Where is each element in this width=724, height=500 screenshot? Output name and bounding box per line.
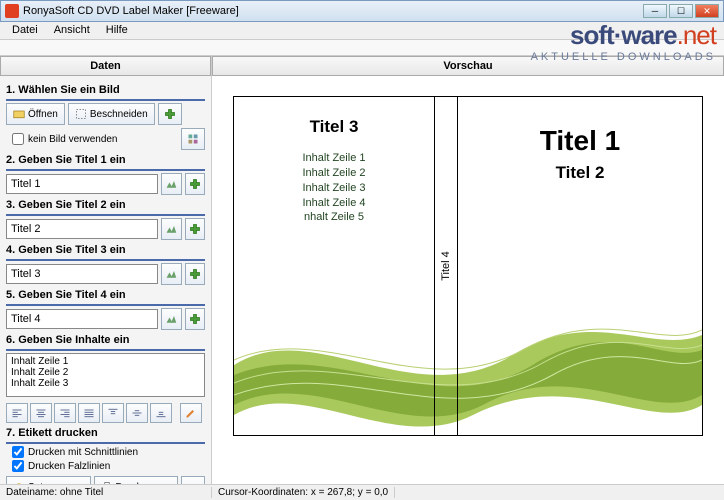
title-1-style-button[interactable] (161, 173, 182, 195)
title-2-add-button[interactable] (185, 218, 206, 240)
title-4-input[interactable] (6, 309, 158, 329)
titlebar: RonyaSoft CD DVD Label Maker [Freeware] … (0, 0, 724, 22)
title-1-add-button[interactable] (185, 173, 206, 195)
print-foldlines-checkbox[interactable]: Drucken Falzlinien (12, 460, 205, 472)
print-button[interactable]: Drucken (94, 476, 179, 484)
title-3-style-button[interactable] (161, 263, 182, 285)
valign-middle-button[interactable] (126, 403, 148, 423)
section-2-label: 2. Geben Sie Titel 1 ein (6, 154, 205, 166)
align-center-button[interactable] (30, 403, 52, 423)
section-7-label: 7. Etikett drucken (6, 427, 205, 439)
setup-button[interactable]: Setup (6, 476, 91, 484)
status-bar: Dateiname: ohne Titel Cursor-Koordinaten… (0, 484, 724, 500)
left-panel-header: Daten (0, 56, 211, 76)
toolbar (0, 40, 724, 56)
window-title: RonyaSoft CD DVD Label Maker [Freeware] (23, 5, 643, 17)
title-4-style-button[interactable] (161, 308, 182, 330)
image-settings-button[interactable] (181, 128, 205, 150)
menu-file[interactable]: Datei (4, 22, 46, 39)
no-image-checkbox[interactable]: kein Bild verwenden (12, 133, 118, 145)
cover-spine: Titel 4 (434, 97, 458, 435)
app-icon (5, 4, 19, 18)
front-title-1: Titel 1 (458, 125, 702, 157)
section-5-label: 5. Geben Sie Titel 4 ein (6, 289, 205, 301)
back-title: Titel 3 (234, 117, 434, 137)
cover-preview: Titel 3 Inhalt Zeile 1 Inhalt Zeile 2 In… (233, 96, 703, 436)
status-cursor: Cursor-Koordinaten: x = 267,8; y = 0,0 (212, 487, 395, 498)
valign-bottom-button[interactable] (150, 403, 172, 423)
menu-view[interactable]: Ansicht (46, 22, 98, 39)
title-3-input[interactable] (6, 264, 158, 284)
print-cutlines-checkbox[interactable]: Drucken mit Schnittlinien (12, 446, 205, 458)
right-panel-header: Vorschau (212, 56, 724, 76)
title-2-style-button[interactable] (161, 218, 182, 240)
right-panel: Vorschau Titel 3 Inhalt Zeile 1 Inhalt Z… (212, 56, 724, 484)
title-4-add-button[interactable] (185, 308, 206, 330)
cover-back: Titel 3 Inhalt Zeile 1 Inhalt Zeile 2 In… (234, 97, 434, 435)
add-image-button[interactable] (158, 103, 182, 125)
align-left-button[interactable] (6, 403, 28, 423)
title-1-input[interactable] (6, 174, 158, 194)
crop-button[interactable]: Beschneiden (68, 103, 155, 125)
edit-content-button[interactable] (180, 403, 202, 423)
title-2-input[interactable] (6, 219, 158, 239)
left-panel: Daten 1. Wählen Sie ein Bild Öffnen Besc… (0, 56, 212, 484)
close-button[interactable]: ✕ (695, 4, 719, 18)
print-dropdown-button[interactable] (181, 476, 205, 484)
section-1-label: 1. Wählen Sie ein Bild (6, 84, 205, 96)
preview-area[interactable]: Titel 3 Inhalt Zeile 1 Inhalt Zeile 2 In… (212, 76, 724, 484)
minimize-button[interactable]: ─ (643, 4, 667, 18)
section-4-label: 4. Geben Sie Titel 3 ein (6, 244, 205, 256)
menubar: Datei Ansicht Hilfe (0, 22, 724, 40)
valign-top-button[interactable] (102, 403, 124, 423)
align-right-button[interactable] (54, 403, 76, 423)
section-3-label: 3. Geben Sie Titel 2 ein (6, 199, 205, 211)
front-title-2: Titel 2 (458, 163, 702, 183)
open-button[interactable]: Öffnen (6, 103, 65, 125)
maximize-button[interactable]: ☐ (669, 4, 693, 18)
menu-help[interactable]: Hilfe (98, 22, 136, 39)
section-6-label: 6. Geben Sie Inhalte ein (6, 334, 205, 346)
content-textarea[interactable]: Inhalt Zeile 1 Inhalt Zeile 2 Inhalt Zei… (6, 353, 205, 397)
back-content: Inhalt Zeile 1 Inhalt Zeile 2 Inhalt Zei… (234, 151, 434, 225)
spine-title: Titel 4 (440, 251, 452, 281)
status-filename: Dateiname: ohne Titel (0, 487, 212, 498)
cover-front: Titel 1 Titel 2 (458, 97, 702, 435)
title-3-add-button[interactable] (185, 263, 206, 285)
align-justify-button[interactable] (78, 403, 100, 423)
